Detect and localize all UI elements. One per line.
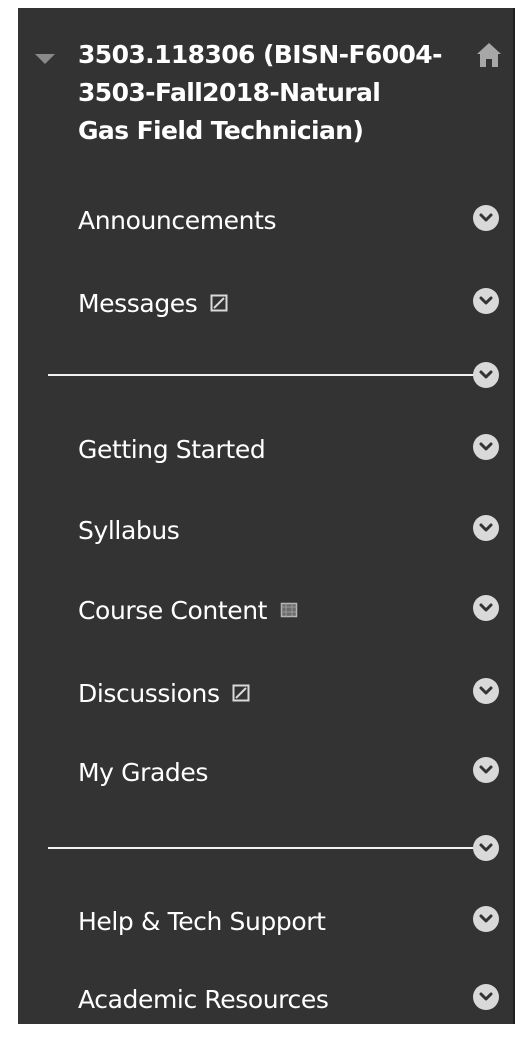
menu-item-label: Syllabus <box>78 516 180 545</box>
menu-divider <box>18 835 513 861</box>
triangle-down-icon[interactable] <box>35 54 55 64</box>
menu-item-academic-resources[interactable]: Academic Resources <box>18 979 513 1019</box>
chevron-down-circle-icon[interactable] <box>473 757 499 783</box>
chevron-down-circle-icon[interactable] <box>473 906 499 932</box>
chevron-down-circle-icon[interactable] <box>473 434 499 460</box>
divider-line <box>48 847 478 849</box>
menu-item-announcements[interactable]: Announcements <box>18 200 513 240</box>
menu-item-getting-started[interactable]: Getting Started <box>18 429 513 469</box>
menu-item-label: Help & Tech Support <box>78 907 326 936</box>
divider-line <box>48 374 478 376</box>
home-icon[interactable] <box>474 40 504 70</box>
menu-item-label: Discussions <box>78 677 250 710</box>
course-header: 3503.118306 (BISN-F6004- 3503-Fall2018-N… <box>18 28 513 178</box>
menu-divider <box>18 362 513 388</box>
chevron-down-circle-icon[interactable] <box>473 835 499 861</box>
menu-item-label: Academic Resources <box>78 985 329 1014</box>
slash-box-icon <box>232 684 250 702</box>
grid-box-icon <box>280 601 298 619</box>
menu-item-discussions[interactable]: Discussions <box>18 673 513 713</box>
chevron-down-circle-icon[interactable] <box>473 678 499 704</box>
menu-item-label: My Grades <box>78 758 208 787</box>
chevron-down-circle-icon[interactable] <box>473 595 499 621</box>
chevron-down-circle-icon[interactable] <box>473 515 499 541</box>
menu-item-course-content[interactable]: Course Content <box>18 590 513 630</box>
menu-item-help-tech-support[interactable]: Help & Tech Support <box>18 901 513 941</box>
menu-item-messages[interactable]: Messages <box>18 283 513 323</box>
menu-item-label: Course Content <box>78 594 298 627</box>
chevron-down-circle-icon[interactable] <box>473 362 499 388</box>
chevron-down-circle-icon[interactable] <box>473 288 499 314</box>
menu-item-label: Announcements <box>78 206 277 235</box>
chevron-down-circle-icon[interactable] <box>473 205 499 231</box>
slash-box-icon <box>210 294 228 312</box>
course-menu-panel: 3503.118306 (BISN-F6004- 3503-Fall2018-N… <box>18 8 515 1024</box>
menu-item-syllabus[interactable]: Syllabus <box>18 510 513 550</box>
menu-item-label: Getting Started <box>78 435 266 464</box>
course-title[interactable]: 3503.118306 (BISN-F6004- 3503-Fall2018-N… <box>78 36 494 150</box>
menu-item-my-grades[interactable]: My Grades <box>18 752 513 792</box>
chevron-down-circle-icon[interactable] <box>473 984 499 1010</box>
menu-item-label: Messages <box>78 287 228 320</box>
